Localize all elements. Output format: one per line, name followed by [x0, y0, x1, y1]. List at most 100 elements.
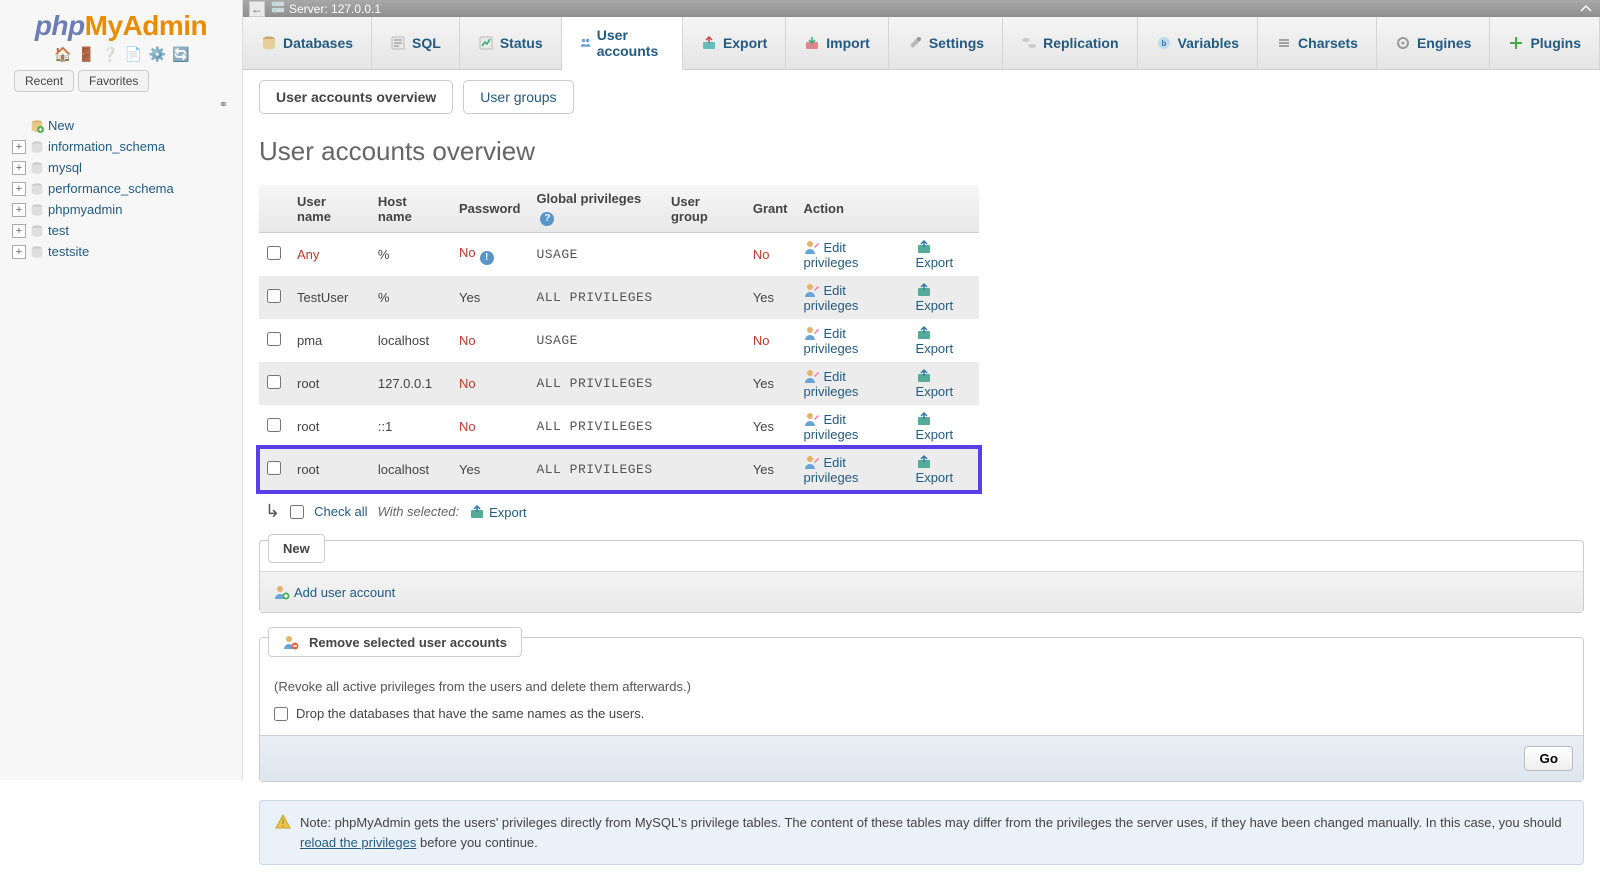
cell-export[interactable]: Export [908, 362, 979, 405]
subtab-groups[interactable]: User groups [463, 80, 573, 114]
tab-sql[interactable]: SQL [372, 17, 460, 69]
tab-status[interactable]: Status [460, 17, 562, 69]
reload-icon[interactable]: 🔄 [172, 46, 188, 62]
db-tree: + New +information_schema+mysql+performa… [12, 115, 236, 262]
col-action: Action [796, 185, 908, 233]
tree-db-mysql[interactable]: +mysql [12, 157, 236, 178]
row-checkbox[interactable] [267, 375, 281, 389]
tab-charsets[interactable]: Charsets [1258, 17, 1377, 69]
row-checkbox[interactable] [267, 418, 281, 432]
expand-icon[interactable]: + [12, 161, 26, 175]
cell-export[interactable]: Export [908, 319, 979, 362]
expand-icon[interactable]: + [12, 224, 26, 238]
logo-php: php [35, 10, 85, 41]
sql-icon[interactable]: 📄 [125, 46, 141, 62]
help-icon[interactable]: ? [540, 212, 554, 226]
tab-export[interactable]: Export [683, 17, 786, 69]
logo-my: My [85, 10, 123, 41]
expand-icon[interactable]: + [12, 245, 26, 259]
back-icon[interactable]: ← [249, 1, 265, 17]
recent-button[interactable]: Recent [14, 70, 74, 92]
tab-replication[interactable]: Replication [1003, 17, 1137, 69]
sub-tabs: User accounts overview User groups [243, 70, 1600, 114]
go-button[interactable]: Go [1524, 746, 1573, 771]
cell-edit[interactable]: Edit privileges [796, 276, 908, 319]
collapse-icon[interactable] [1578, 2, 1594, 16]
add-user-link[interactable]: Add user account [274, 585, 395, 600]
password-warn-icon[interactable]: ! [480, 251, 494, 265]
notice-text: Note: phpMyAdmin gets the users' privile… [300, 813, 1569, 852]
expand-icon[interactable]: + [12, 182, 26, 196]
edit-user-icon [804, 239, 820, 255]
cell-grant: Yes [745, 276, 796, 319]
cell-export[interactable]: Export [908, 276, 979, 319]
breadcrumb-server-host[interactable]: 127.0.0.1 [331, 2, 381, 16]
col-password[interactable]: Password [451, 185, 528, 233]
cell-export[interactable]: Export [908, 405, 979, 448]
export-icon [916, 325, 932, 341]
checkall-label[interactable]: Check all [314, 504, 367, 519]
col-group[interactable]: User group [663, 185, 745, 233]
with-selected-export[interactable]: Export [469, 504, 527, 520]
cell-export[interactable]: Export [908, 448, 979, 491]
cell-group [663, 319, 745, 362]
settings-icon[interactable]: ⚙️ [148, 46, 164, 62]
reload-privileges-link[interactable]: reload the privileges [300, 835, 416, 850]
cell-host: localhost [370, 319, 451, 362]
tree-db-information_schema[interactable]: +information_schema [12, 136, 236, 157]
remove-user-icon [283, 634, 299, 650]
drop-db-option[interactable]: Drop the databases that have the same na… [274, 706, 1569, 721]
tree-db-performance_schema[interactable]: +performance_schema [12, 178, 236, 199]
col-user[interactable]: User name [289, 185, 370, 233]
db-label: phpmyadmin [48, 202, 122, 217]
logo[interactable]: phpMyAdmin [6, 4, 236, 44]
cell-password: No [451, 319, 528, 362]
cell-password: No [451, 405, 528, 448]
svg-text:b: b [1161, 39, 1166, 48]
cell-edit[interactable]: Edit privileges [796, 362, 908, 405]
cell-edit[interactable]: Edit privileges [796, 405, 908, 448]
row-checkbox[interactable] [267, 246, 281, 260]
drop-db-checkbox[interactable] [274, 707, 288, 721]
checkall-checkbox[interactable] [290, 505, 304, 519]
col-grant[interactable]: Grant [745, 185, 796, 233]
cell-group [663, 276, 745, 319]
cell-grant: No [745, 233, 796, 277]
checkall-arrow-icon: ↳ [265, 501, 280, 522]
tab-databases[interactable]: Databases [243, 17, 372, 69]
row-checkbox[interactable] [267, 461, 281, 475]
user-row: rootlocalhostYesALL PRIVILEGESYesEdit pr… [259, 448, 979, 491]
cell-password: Yes [451, 276, 528, 319]
cell-host: localhost [370, 448, 451, 491]
cell-edit[interactable]: Edit privileges [796, 319, 908, 362]
home-icon[interactable]: 🏠 [54, 46, 70, 62]
tree-new[interactable]: + New [12, 115, 236, 136]
panel-unlink-icon[interactable]: ⚭ [6, 98, 228, 111]
col-host[interactable]: Host name [370, 185, 451, 233]
cell-export[interactable]: Export [908, 233, 979, 277]
cell-host: ::1 [370, 405, 451, 448]
col-global[interactable]: Global privileges? [528, 185, 663, 233]
tab-plugins[interactable]: Plugins [1490, 17, 1600, 69]
logout-icon[interactable]: 🚪 [78, 46, 94, 62]
row-checkbox[interactable] [267, 332, 281, 346]
expand-icon[interactable]: + [12, 140, 26, 154]
expand-icon[interactable]: + [12, 203, 26, 217]
cell-edit[interactable]: Edit privileges [796, 233, 908, 277]
tree-db-phpmyadmin[interactable]: + phpmyadmin [12, 199, 236, 220]
cell-priv: ALL PRIVILEGES [528, 362, 663, 405]
tab-variables[interactable]: bVariables [1138, 17, 1259, 69]
tab-engines[interactable]: Engines [1377, 17, 1490, 69]
tree-db-testsite[interactable]: +testsite [12, 241, 236, 262]
favorites-button[interactable]: Favorites [78, 70, 149, 92]
cell-edit[interactable]: Edit privileges [796, 448, 908, 491]
tab-settings[interactable]: Settings [889, 17, 1003, 69]
user-row: Any%No!USAGENoEdit privilegesExport [259, 233, 979, 277]
database-icon [30, 224, 44, 238]
subtab-overview[interactable]: User accounts overview [259, 80, 453, 114]
row-checkbox[interactable] [267, 289, 281, 303]
tree-db-test[interactable]: +test [12, 220, 236, 241]
docs-icon[interactable]: ❔ [101, 46, 117, 62]
tab-import[interactable]: Import [786, 17, 889, 69]
tab-user-accounts[interactable]: User accounts [562, 17, 683, 70]
